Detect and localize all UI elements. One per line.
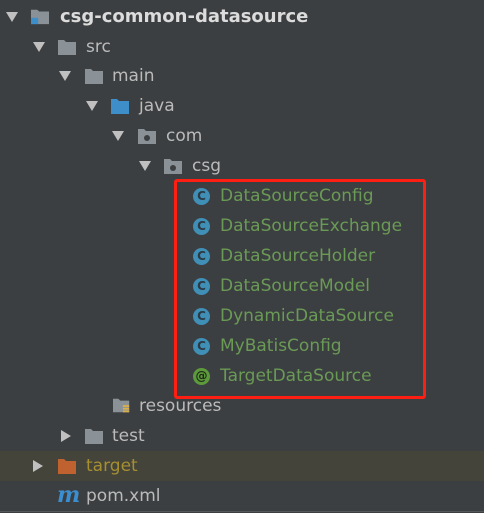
- tree-row-csg[interactable]: csg: [0, 151, 484, 181]
- expand-arrow-icon[interactable]: [59, 71, 71, 81]
- annotation-icon: @: [193, 368, 210, 385]
- tree-row-class[interactable]: C DynamicDataSource: [0, 301, 484, 331]
- tree-label-class: DataSourceHolder: [220, 246, 376, 266]
- collapse-arrow-icon[interactable]: [61, 430, 71, 442]
- tree-label-class: DataSourceExchange: [220, 216, 403, 236]
- tree-label-pom: pom.xml: [86, 486, 161, 506]
- class-icon: C: [193, 338, 210, 355]
- class-icon: C: [193, 308, 210, 325]
- package-icon: [164, 159, 182, 174]
- tree-row-class[interactable]: C DataSourceExchange: [0, 211, 484, 241]
- tree-label-src: src: [86, 37, 111, 57]
- tree-label-target: target: [86, 456, 138, 476]
- tree-row-test[interactable]: test: [0, 421, 484, 451]
- excluded-folder-icon: [58, 459, 76, 474]
- tree-row-target[interactable]: target: [0, 451, 484, 481]
- tree-row-class[interactable]: C DataSourceHolder: [0, 241, 484, 271]
- maven-icon: m: [57, 482, 81, 508]
- tree-label-class: MyBatisConfig: [220, 336, 342, 356]
- tree-row-class[interactable]: C DataSourceModel: [0, 271, 484, 301]
- tree-row-annotation[interactable]: @ TargetDataSource: [0, 361, 484, 391]
- tree-label-resources: resources: [139, 396, 222, 416]
- folder-icon: [85, 429, 103, 444]
- source-folder-icon: [111, 99, 129, 114]
- package-icon: [138, 129, 156, 144]
- collapse-arrow-icon[interactable]: [33, 460, 43, 472]
- expand-arrow-icon[interactable]: [139, 161, 151, 171]
- tree-label-class: DataSourceModel: [220, 276, 371, 296]
- expand-arrow-icon[interactable]: [6, 12, 18, 22]
- tree-label-test: test: [112, 426, 145, 446]
- tree-row-main[interactable]: main: [0, 61, 484, 91]
- folder-icon: [85, 69, 103, 84]
- tree-label-java: java: [139, 96, 175, 116]
- tree-row-class[interactable]: C MyBatisConfig: [0, 331, 484, 361]
- project-tree: csg-common-datasource src main java com: [0, 0, 484, 513]
- tree-row-com[interactable]: com: [0, 121, 484, 151]
- tree-label-class: DynamicDataSource: [220, 306, 394, 326]
- class-icon: C: [193, 218, 210, 235]
- tree-label-com: com: [166, 126, 203, 146]
- tree-row-src[interactable]: src: [0, 32, 484, 62]
- tree-row-java[interactable]: java: [0, 91, 484, 121]
- tree-label-annotation: TargetDataSource: [220, 366, 372, 386]
- tree-row-class[interactable]: C DataSourceConfig: [0, 181, 484, 211]
- tree-label-csg: csg: [192, 156, 221, 176]
- expand-arrow-icon[interactable]: [86, 101, 98, 111]
- expand-arrow-icon[interactable]: [112, 131, 124, 141]
- class-icon: C: [193, 188, 210, 205]
- tree-row-root[interactable]: csg-common-datasource: [0, 2, 484, 32]
- tree-label-main: main: [112, 66, 155, 86]
- class-icon: C: [193, 248, 210, 265]
- module-folder-icon: [31, 9, 49, 25]
- expand-arrow-icon[interactable]: [33, 42, 45, 52]
- tree-label-root: csg-common-datasource: [60, 6, 309, 27]
- resources-folder-icon: [113, 398, 130, 413]
- tree-row-pom[interactable]: m pom.xml: [0, 481, 484, 512]
- folder-icon: [58, 40, 76, 55]
- class-icon: C: [193, 278, 210, 295]
- tree-row-resources[interactable]: resources: [0, 391, 484, 421]
- tree-label-class: DataSourceConfig: [220, 186, 374, 206]
